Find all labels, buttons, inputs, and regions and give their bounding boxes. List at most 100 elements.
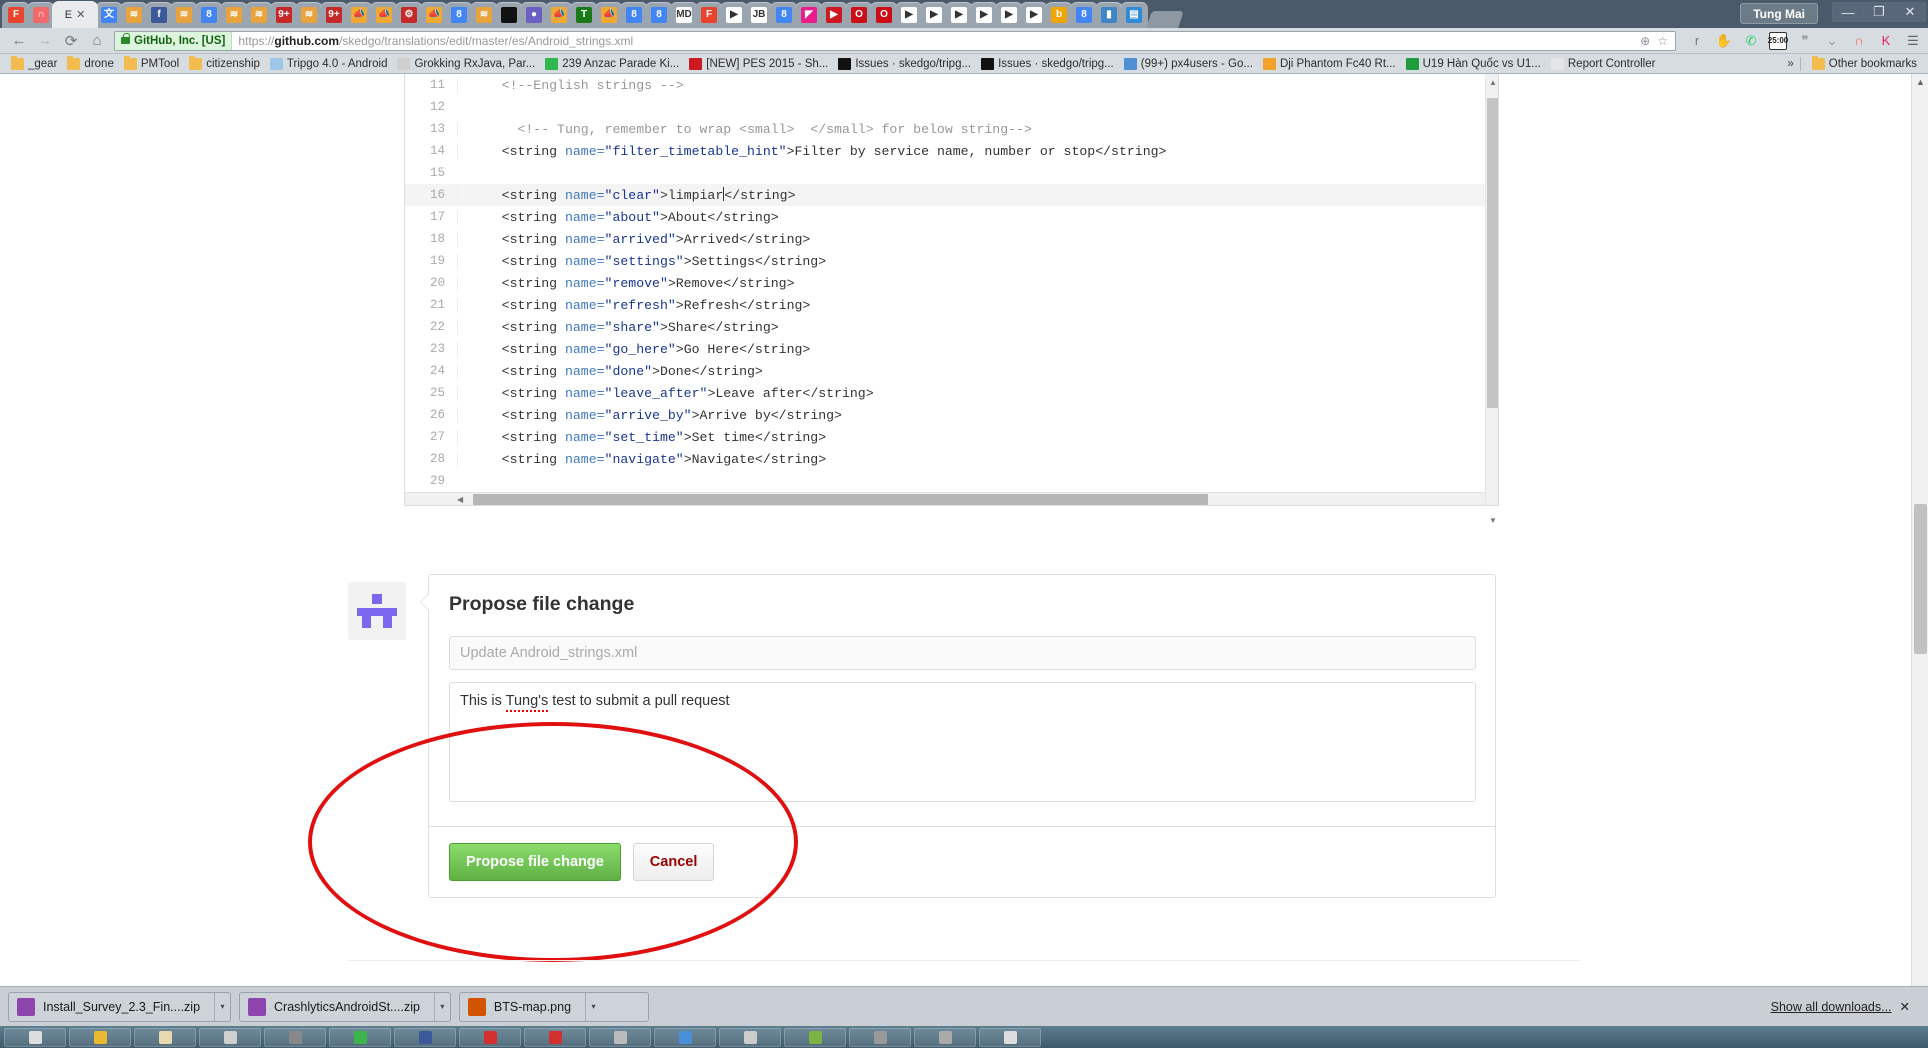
tab-gear[interactable]: ⚙: [395, 2, 423, 28]
bookmark-item-0[interactable]: _gear: [6, 55, 62, 71]
restore-button[interactable]: ❐: [1863, 2, 1895, 22]
bookmark-item-12[interactable]: U19 Hàn Quốc vs U1...: [1401, 57, 1546, 71]
page-scroll-up-arrow[interactable]: ▲: [1916, 77, 1925, 87]
code-text[interactable]: <string name="arrive_by">Arrive by</stri…: [457, 407, 1498, 423]
code-text[interactable]: <string name="remove">Remove</string>: [457, 275, 1498, 291]
page-scroll-thumb[interactable]: [1914, 504, 1927, 654]
code-text[interactable]: <string name="clear">limpiar</string>: [457, 187, 1498, 203]
timer-extension-icon[interactable]: 25:00: [1768, 31, 1788, 50]
code-text[interactable]: <string name="about">About</string>: [457, 209, 1498, 225]
kami-extension-icon[interactable]: K: [1877, 32, 1895, 50]
taskbar-item-14[interactable]: [914, 1027, 976, 1047]
tab-megaphone-2[interactable]: 📣: [370, 2, 398, 28]
code-line[interactable]: 14 <string name="filter_timetable_hint">…: [405, 140, 1498, 162]
chevron-down-icon[interactable]: ▾: [433, 992, 450, 1021]
bookmark-item-1[interactable]: drone: [62, 55, 118, 71]
code-editor[interactable]: 11 <!--English strings --> 12 13 <!-- Tung…: [404, 74, 1499, 525]
code-line[interactable]: 20 <string name="remove">Remove</string>: [405, 272, 1498, 294]
code-text[interactable]: <string name="leave_after">Leave after</…: [457, 385, 1498, 401]
code-line[interactable]: 26 <string name="arrive_by">Arrive by</s…: [405, 404, 1498, 426]
address-bar[interactable]: GitHub, Inc. [US] https://github.com/ske…: [114, 30, 1676, 51]
tab-playstore[interactable]: ▶: [720, 2, 748, 28]
reddit-extension-icon[interactable]: r: [1688, 32, 1706, 50]
minimize-button[interactable]: —: [1832, 2, 1864, 22]
code-line[interactable]: 24 <string name="done">Done</string>: [405, 360, 1498, 382]
chevron-down-icon[interactable]: ▾: [585, 992, 601, 1021]
tab-playstore-2[interactable]: ▶: [895, 2, 923, 28]
zoom-icon[interactable]: ⊕: [1640, 34, 1650, 48]
tab-google-3[interactable]: 8: [620, 2, 648, 28]
bookmark-item-11[interactable]: Dji Phantom Fc40 Rt...: [1258, 57, 1401, 71]
scroll-down-arrow[interactable]: ▼: [1489, 516, 1497, 525]
tab-google-2[interactable]: 8: [445, 2, 473, 28]
code-line[interactable]: 17 <string name="about">About</string>: [405, 206, 1498, 228]
tab-opera-2[interactable]: O: [870, 2, 898, 28]
bookmark-item-4[interactable]: Tripgo 4.0 - Android: [265, 57, 393, 71]
user-profile-button[interactable]: Tung Mai: [1740, 3, 1818, 24]
tab-feedly-2[interactable]: ≋: [170, 2, 198, 28]
close-button[interactable]: ✕: [1894, 2, 1926, 22]
hangouts-extension-icon[interactable]: ❞: [1796, 32, 1814, 50]
code-text[interactable]: <string name="settings">Settings</string…: [457, 253, 1498, 269]
tab-google-4[interactable]: 8: [645, 2, 673, 28]
code-line[interactable]: 15: [405, 162, 1498, 184]
tab-translate[interactable]: 文: [95, 2, 123, 28]
tab-feedly-6[interactable]: ≋: [470, 2, 498, 28]
close-download-bar-button[interactable]: ✕: [1900, 999, 1910, 1014]
editor-vertical-scrollbar[interactable]: ▲ ▼: [1485, 74, 1498, 525]
code-text[interactable]: <string name="arrived">Arrived</string>: [457, 231, 1498, 247]
tab-feedly-4[interactable]: ≋: [245, 2, 273, 28]
scroll-left-arrow[interactable]: ◀: [457, 495, 463, 504]
code-text[interactable]: <string name="navigate">Navigate</string…: [457, 451, 1498, 467]
code-line[interactable]: 19 <string name="settings">Settings</str…: [405, 250, 1498, 272]
tab-layout[interactable]: ▤: [1120, 2, 1148, 28]
code-text[interactable]: <string name="done">Done</string>: [457, 363, 1498, 379]
tab-playstore-5[interactable]: ▶: [970, 2, 998, 28]
tab-megaphone-3[interactable]: 📣: [420, 2, 448, 28]
reload-button[interactable]: ⟳: [58, 30, 84, 52]
taskbar-item-8[interactable]: [524, 1027, 586, 1047]
bookmark-item-8[interactable]: Issues · skedgo/tripg...: [833, 57, 976, 71]
tab-playstore-6[interactable]: ▶: [995, 2, 1023, 28]
bookmarks-overflow-button[interactable]: »: [1787, 58, 1793, 70]
code-line[interactable]: 23 <string name="go_here">Go Here</strin…: [405, 338, 1498, 360]
tab-megaphone[interactable]: 📣: [345, 2, 373, 28]
code-text[interactable]: <string name="go_here">Go Here</string>: [457, 341, 1498, 357]
bookmark-item-7[interactable]: [NEW] PES 2015 - Sh...: [684, 57, 833, 71]
code-line[interactable]: 11 <!--English strings -->: [405, 74, 1498, 96]
taskbar-item-10[interactable]: [654, 1027, 716, 1047]
tab-megaphone-5[interactable]: 📣: [595, 2, 623, 28]
taskbar-item-9[interactable]: [589, 1027, 651, 1047]
taskbar-item-15[interactable]: [979, 1027, 1041, 1047]
whatsapp-extension-icon[interactable]: ✆: [1742, 32, 1760, 50]
back-button[interactable]: ←: [6, 30, 32, 52]
tab-notifications[interactable]: 9+: [270, 2, 298, 28]
code-text[interactable]: <string name="refresh">Refresh</string>: [457, 297, 1498, 313]
tab-youtube[interactable]: ▶: [820, 2, 848, 28]
tab-blue-app[interactable]: ▮: [1095, 2, 1123, 28]
taskbar-item-6[interactable]: [394, 1027, 456, 1047]
code-text[interactable]: <string name="filter_timetable_hint">Fil…: [457, 143, 1498, 159]
tab-feedly[interactable]: ≋: [120, 2, 148, 28]
home-button[interactable]: ⌂: [84, 30, 110, 52]
code-lines[interactable]: 11 <!--English strings --> 12 13 <!-- Tung…: [405, 74, 1498, 492]
editor-horizontal-scrollbar[interactable]: ◀ ▶: [405, 492, 1498, 505]
adblock-extension-icon[interactable]: ✋: [1715, 32, 1733, 50]
code-line[interactable]: 22 <string name="share">Share</string>: [405, 316, 1498, 338]
taskbar-item-11[interactable]: [719, 1027, 781, 1047]
tab-google[interactable]: 8: [195, 2, 223, 28]
taskbar-start[interactable]: [4, 1027, 66, 1047]
forward-button[interactable]: →: [32, 30, 58, 52]
tab-playstore-7[interactable]: ▶: [1020, 2, 1048, 28]
tab-google-5[interactable]: 8: [770, 2, 798, 28]
bookmark-item-3[interactable]: citizenship: [184, 55, 265, 71]
taskbar-item-7[interactable]: [459, 1027, 521, 1047]
taskbar-item-4[interactable]: [264, 1027, 326, 1047]
tab-github[interactable]: [495, 2, 523, 28]
code-text[interactable]: <!--English strings -->: [457, 77, 1498, 93]
taskbar-item-13[interactable]: [849, 1027, 911, 1047]
code-line[interactable]: 16 <string name="clear">limpiar</string>: [405, 184, 1498, 206]
pocket-extension-icon[interactable]: ⌄: [1823, 32, 1841, 50]
taskbar-item-12[interactable]: [784, 1027, 846, 1047]
bookmark-item-5[interactable]: Grokking RxJava, Par...: [392, 57, 540, 71]
